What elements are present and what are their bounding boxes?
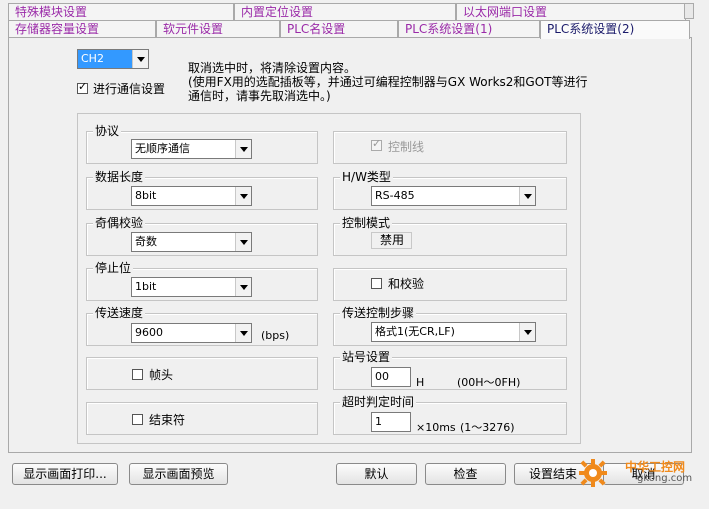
timeout-label: 超时判定时间 <box>340 395 417 409</box>
notice-line-2: (使用FX用的选配插板等，并通过可编程控制器与GX Works2和GOT等进行 <box>188 75 588 89</box>
data-length-value: 8bit <box>135 189 157 202</box>
baud-rate-select[interactable]: 9600 <box>131 323 252 343</box>
terminator-checkbox[interactable] <box>132 414 143 425</box>
data-length-label: 数据长度 <box>93 170 146 184</box>
comm-setting-label: 进行通信设置 <box>93 82 166 96</box>
channel-value: CH2 <box>81 52 104 65</box>
chevron-down-icon[interactable] <box>132 50 148 68</box>
terminator-group <box>86 402 318 435</box>
station-no-range: (00H～0FH) <box>457 376 521 389</box>
control-mode-label: 控制模式 <box>340 216 393 230</box>
channel-select[interactable]: CH2 <box>77 49 149 69</box>
watermark-subtext: gkong.com <box>637 473 693 484</box>
stop-bit-label: 停止位 <box>93 261 134 275</box>
hw-type-value: RS-485 <box>375 189 415 202</box>
chevron-down-icon[interactable] <box>235 187 251 205</box>
chevron-down-icon[interactable] <box>519 187 535 205</box>
station-no-label: 站号设置 <box>340 350 393 364</box>
terminator-label: 结束符 <box>149 413 186 427</box>
check-button[interactable]: 检查 <box>425 463 506 485</box>
data-length-select[interactable]: 8bit <box>131 186 252 206</box>
control-line-group <box>333 131 567 164</box>
tab-builtin-positioning[interactable]: 内置定位设置 <box>234 3 456 21</box>
transmission-control-select[interactable]: 格式1(无CR,LF) <box>371 322 536 342</box>
timeout-range: (1～3276) <box>460 421 515 434</box>
tab-plc-name[interactable]: PLC名设置 <box>280 20 398 38</box>
chevron-down-icon[interactable] <box>235 233 251 251</box>
chevron-down-icon[interactable] <box>519 323 535 341</box>
default-button[interactable]: 默认 <box>336 463 417 485</box>
print-button[interactable]: 显示画面打印... <box>12 463 118 485</box>
protocol-select[interactable]: 无顺序通信 <box>131 139 252 159</box>
stop-bit-select[interactable]: 1bit <box>131 277 252 297</box>
watermark-logo: 中华工控网 gkong.com <box>577 453 707 493</box>
baud-rate-unit: (bps) <box>261 329 290 342</box>
sum-check-label: 和校验 <box>388 277 425 291</box>
control-mode-group: 控制模式 <box>333 216 567 256</box>
notice-line-3: 通信时，请事先取消选中。) <box>188 89 331 103</box>
tab-plc-system-2[interactable]: PLC系统设置(2) <box>540 20 690 39</box>
sum-check-group <box>333 268 567 301</box>
chevron-down-icon[interactable] <box>235 140 251 158</box>
tab-ethernet-port[interactable]: 以太网端口设置 <box>456 3 686 21</box>
control-line-checkbox[interactable] <box>371 137 382 151</box>
control-mode-value: 禁用 <box>371 232 412 249</box>
station-no-group: 站号设置 <box>333 350 567 390</box>
stop-bit-value: 1bit <box>135 280 157 293</box>
parity-label: 奇偶校验 <box>93 216 146 230</box>
parity-value: 奇数 <box>135 235 157 248</box>
chevron-down-icon[interactable] <box>235 324 251 342</box>
station-no-input[interactable]: 00 <box>371 367 411 387</box>
baud-rate-label: 传送速度 <box>93 306 146 320</box>
header-label: 帧头 <box>149 368 174 382</box>
tab-device-settings[interactable]: 软元件设置 <box>156 20 280 38</box>
hw-type-label: H/W类型 <box>340 170 393 184</box>
sum-check-checkbox[interactable] <box>371 278 382 289</box>
control-line-label: 控制线 <box>388 140 425 154</box>
tab-special-module[interactable]: 特殊模块设置 <box>8 3 234 21</box>
transmission-control-value: 格式1(无CR,LF) <box>375 325 455 338</box>
hw-type-select[interactable]: RS-485 <box>371 186 536 206</box>
timeout-unit: ×10ms <box>416 421 456 434</box>
notice-line-1: 取消选中时，将清除设置内容。 <box>188 61 357 75</box>
comm-setting-checkbox[interactable] <box>77 80 88 94</box>
header-checkbox[interactable] <box>132 369 143 380</box>
timeout-input[interactable]: 1 <box>371 412 411 432</box>
preview-button[interactable]: 显示画面预览 <box>129 463 228 485</box>
protocol-value: 无顺序通信 <box>135 142 190 155</box>
chevron-down-icon[interactable] <box>235 278 251 296</box>
tab-plc-system-1[interactable]: PLC系统设置(1) <box>398 20 540 38</box>
tab-memory-capacity[interactable]: 存储器容量设置 <box>8 20 156 38</box>
header-group <box>86 357 318 390</box>
baud-rate-value: 9600 <box>135 326 163 339</box>
tab-scroll-right-icon[interactable] <box>684 3 694 19</box>
transmission-control-label: 传送控制步骤 <box>340 306 417 320</box>
station-no-unit: H <box>416 376 425 389</box>
protocol-label: 协议 <box>93 124 122 138</box>
parity-select[interactable]: 奇数 <box>131 232 252 252</box>
